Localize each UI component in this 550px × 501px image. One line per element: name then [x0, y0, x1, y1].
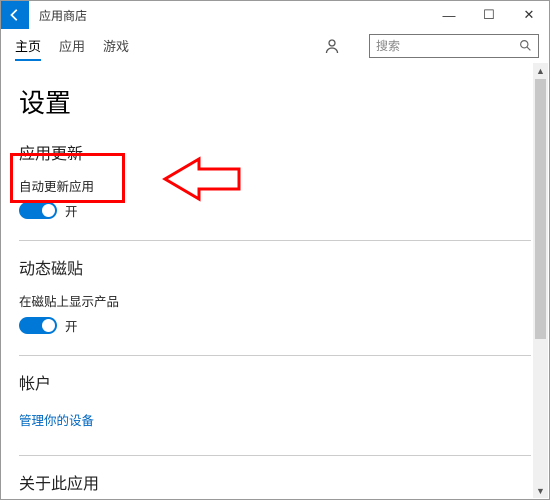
divider [19, 240, 531, 241]
section-app-updates-heading: 应用更新 [19, 140, 531, 164]
auto-update-toggle[interactable] [19, 202, 57, 219]
divider [19, 355, 531, 356]
page-title: 设置 [19, 83, 531, 120]
manage-devices-link[interactable]: 管理你的设备 [19, 410, 94, 429]
back-button[interactable] [1, 1, 29, 29]
section-about-heading: 关于此应用 [19, 470, 531, 494]
divider [19, 455, 531, 456]
minimize-button[interactable]: — [429, 1, 469, 29]
tab-games[interactable]: 游戏 [103, 32, 129, 59]
scroll-thumb[interactable] [535, 79, 546, 339]
back-icon [8, 8, 22, 22]
show-products-toggle[interactable] [19, 317, 57, 334]
nav-bar: 主页 应用 游戏 搜索 [1, 29, 549, 63]
section-live-tile-heading: 动态磁贴 [19, 255, 531, 279]
close-button[interactable]: ✕ [509, 1, 549, 29]
show-products-label: 在磁贴上显示产品 [19, 291, 531, 310]
auto-update-state: 开 [65, 201, 78, 220]
search-icon [519, 39, 532, 52]
show-products-state: 开 [65, 316, 78, 335]
tab-home[interactable]: 主页 [15, 32, 41, 59]
vertical-scrollbar[interactable]: ▲ ▼ [533, 63, 548, 498]
scroll-down-arrow[interactable]: ▼ [533, 483, 548, 498]
title-bar: 应用商店 — ☐ ✕ [1, 1, 549, 29]
window-title: 应用商店 [29, 7, 429, 24]
section-account-heading: 帐户 [19, 370, 531, 394]
window-controls: — ☐ ✕ [429, 1, 549, 29]
user-icon[interactable] [323, 37, 341, 55]
maximize-button[interactable]: ☐ [469, 1, 509, 29]
search-box[interactable]: 搜索 [369, 34, 539, 58]
tab-apps[interactable]: 应用 [59, 32, 85, 59]
search-placeholder: 搜索 [376, 37, 519, 54]
scroll-up-arrow[interactable]: ▲ [533, 63, 548, 78]
content-area: 设置 应用更新 自动更新应用 开 动态磁贴 在磁贴上显示产品 开 帐户 管理你的… [1, 63, 549, 501]
auto-update-label: 自动更新应用 [19, 176, 531, 195]
